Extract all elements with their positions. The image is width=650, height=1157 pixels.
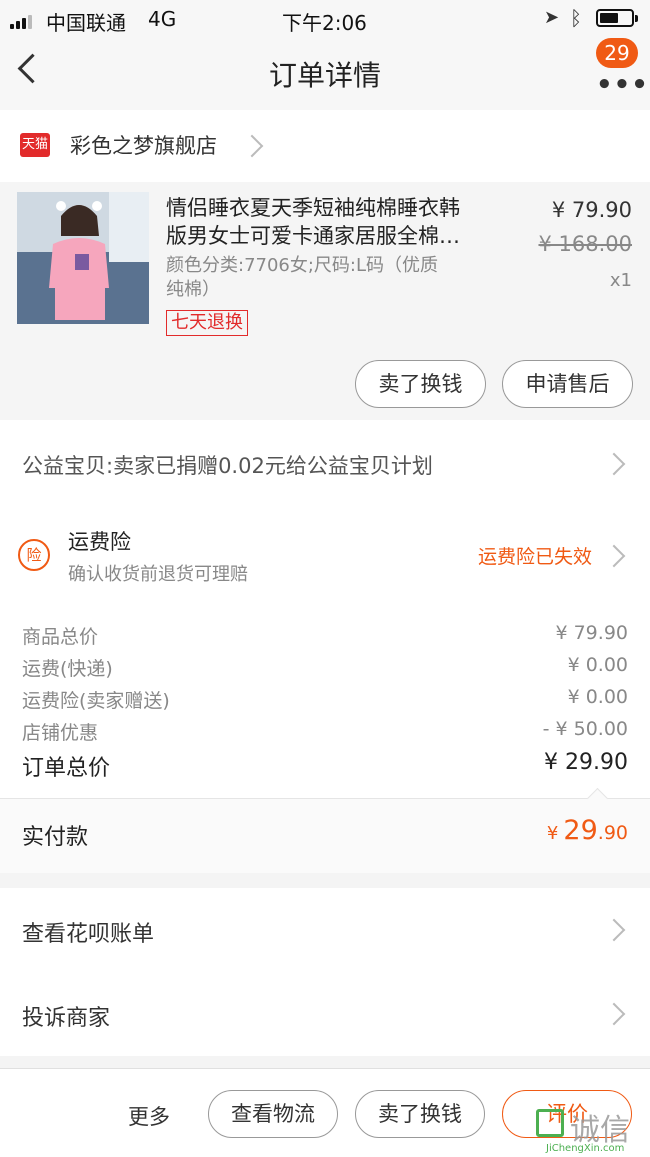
product-original-price: ¥ 168.00 [538,232,632,256]
after-sale-button[interactable]: 申请售后 [502,360,633,408]
insurance-icon: 险 [18,539,50,571]
watermark-logo-icon [536,1109,564,1137]
complain-row[interactable]: 投诉商家 [0,972,650,1056]
order-total-value: ¥ 29.90 [544,750,628,775]
carrier-label: 中国联通 [46,11,126,35]
payment-amount-int: 29 [563,815,598,846]
chevron-right-icon [602,544,626,568]
notification-badge: 29 [596,38,638,68]
summary-row-value: ¥ 0.00 [567,654,628,676]
store-row[interactable]: 天猫 彩色之梦旗舰店 [0,110,650,182]
watermark-sub: JiChengXin.com [546,1143,625,1154]
product-title-line1: 情侣睡衣夏天季短袖纯棉睡衣韩 [166,196,460,220]
summary-row-label: 运费(快递) [22,658,113,680]
summary-row-value: ¥ 79.90 [555,622,628,644]
view-logistics-button[interactable]: 查看物流 [208,1090,338,1138]
battery-icon [596,9,638,27]
product-sku: 颜色分类:7706女;尺码:L码（优质 纯棉） [166,254,496,302]
product-sku-line2: 纯棉） [166,279,220,300]
page-title: 订单详情 [268,59,381,92]
insurance-title: 运费险 [68,530,131,554]
status-bar: 中国联通 4G 下午2:06 ➤ ᛒ [0,0,650,36]
chevron-right-icon [602,452,626,476]
product-title[interactable]: 情侣睡衣夏天季短袖纯棉睡衣韩 版男女士可爱卡通家居服全棉… [166,194,506,250]
insurance-subtitle: 确认收货前退货可理赔 [68,564,248,585]
resell-button-bottom[interactable]: 卖了换钱 [355,1090,485,1138]
summary-row-value: ¥ 0.00 [567,686,628,708]
price-summary: 商品总价 ¥ 79.90 运费(快递) ¥ 0.00 运费险(卖家赠送) ¥ 0.00 店铺… [0,602,650,798]
return-policy-tag: 七天退换 [166,310,248,336]
huabei-row[interactable]: 查看花呗账单 [0,888,650,973]
charity-row[interactable]: 公益宝贝:卖家已捐赠0.02元给公益宝贝计划 [0,420,650,506]
resell-button[interactable]: 卖了换钱 [355,360,486,408]
insurance-row[interactable]: 险 运费险 确认收货前退货可理赔 运费险已失效 [0,506,650,602]
clock: 下午2:06 [282,11,367,35]
chevron-right-icon [602,918,626,942]
store-name: 彩色之梦旗舰店 [70,134,217,158]
bottom-action-bar: 更多 查看物流 卖了换钱 评价 诚信 JiChengXin.com [0,1068,650,1157]
insurance-status: 运费险已失效 [478,546,593,568]
more-button[interactable]: 更多 [128,1101,170,1131]
product-card[interactable]: 情侣睡衣夏天季短袖纯棉睡衣韩 版男女士可爱卡通家居服全棉… 颜色分类:7706女… [0,182,650,420]
payment-row: 实付款 ¥ 29.90 [0,787,650,873]
chevron-right-icon [240,134,264,158]
summary-row-label: 运费险(卖家赠送) [22,690,170,712]
location-icon: ➤ [544,7,560,28]
product-price: ¥ 79.90 [551,198,632,222]
product-title-line2: 版男女士可爱卡通家居服全棉… [166,224,460,248]
payment-label: 实付款 [22,825,89,850]
charity-text: 公益宝贝:卖家已捐赠0.02元给公益宝贝计划 [22,454,433,478]
product-sku-line1: 颜色分类:7706女;尺码:L码（优质 [166,255,439,276]
summary-row-label: 店铺优惠 [22,722,99,744]
bluetooth-icon: ᛒ [570,6,582,30]
nav-bar: 订单详情 ••• 29 [0,36,650,110]
summary-row-label: 商品总价 [22,626,99,648]
complain-label: 投诉商家 [22,1006,111,1031]
payment-currency: ¥ [546,823,559,844]
payment-amount-dec: .90 [597,822,628,844]
chevron-right-icon [602,1002,626,1026]
network-label: 4G [148,7,177,31]
product-thumbnail [17,192,149,324]
more-icon[interactable]: ••• [596,70,649,100]
tmall-logo: 天猫 [20,133,50,157]
signal-icon [10,10,34,29]
order-total-label: 订单总价 [22,756,111,781]
summary-row-value: - ¥ 50.00 [542,718,628,740]
watermark: 诚信 JiChengXin.com [536,1107,648,1157]
payment-amount: ¥ 29.90 [547,815,628,846]
product-quantity: x1 [609,270,632,291]
huabei-label: 查看花呗账单 [22,922,155,947]
